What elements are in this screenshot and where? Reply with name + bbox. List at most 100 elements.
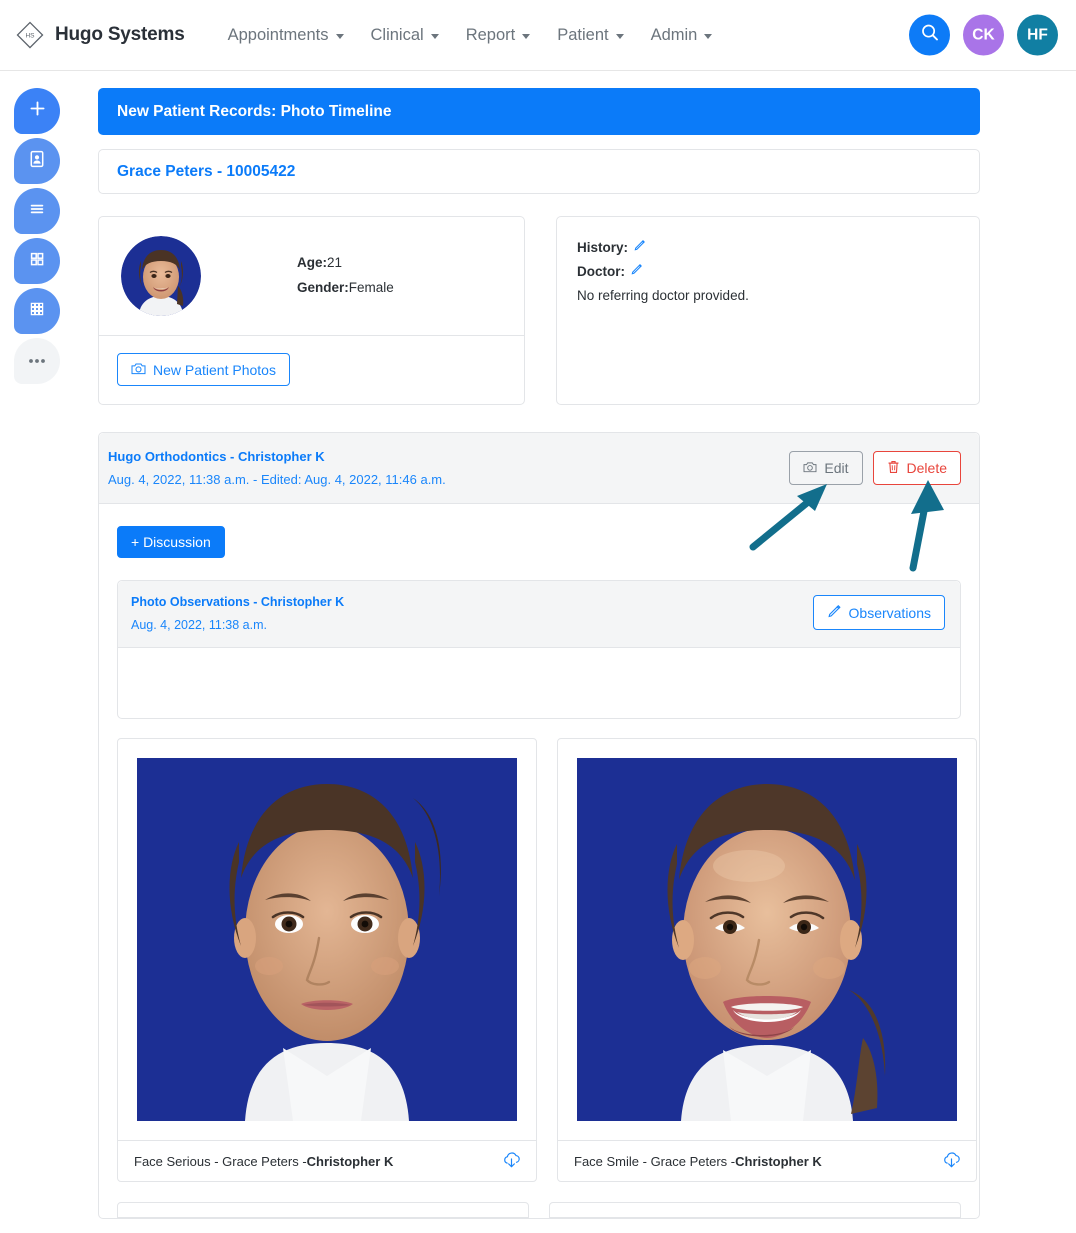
delete-label: Delete [906, 460, 947, 476]
pencil-icon[interactable] [630, 260, 644, 284]
history-label: History: [577, 240, 629, 255]
nav-item-clinical[interactable]: Clinical [371, 26, 439, 45]
chevron-down-icon [615, 33, 624, 39]
top-navigation-bar: HS Hugo Systems Appointments Clinical Re… [0, 0, 1076, 71]
photo-caption-text: Face Serious - Grace Peters -Christopher… [134, 1154, 393, 1169]
new-patient-photos-button[interactable]: New Patient Photos [117, 353, 290, 386]
photo-grid-next-row [117, 1202, 961, 1218]
svg-text:HS: HS [25, 33, 35, 40]
photo-card[interactable]: Face Serious - Grace Peters -Christopher… [117, 738, 537, 1182]
avatar-hf[interactable]: HF [1017, 14, 1058, 56]
observations-timestamp: Aug. 4, 2022, 11:38 a.m. [131, 618, 267, 632]
brand-name: Hugo Systems [55, 24, 185, 45]
patient-demographics: Age:21 Gender:Female [297, 251, 394, 301]
age-value: 21 [327, 255, 343, 271]
brand-logo[interactable]: HS Hugo Systems [14, 19, 185, 51]
avatar-ck[interactable]: CK [963, 14, 1004, 56]
rail-add-button[interactable] [14, 88, 60, 134]
nav-item-appointments[interactable]: Appointments [228, 26, 344, 45]
patient-summary-bottom: New Patient Photos [99, 335, 524, 404]
trash-icon [887, 460, 900, 476]
gender-label: Gender: [297, 280, 349, 295]
patient-age-row: Age:21 [297, 251, 394, 276]
doctor-note: No referring doctor provided. [577, 288, 749, 304]
cloud-download-icon[interactable] [942, 1151, 961, 1172]
chevron-down-icon [522, 33, 531, 39]
record-actions: Edit Delete [789, 449, 961, 485]
observations-button[interactable]: Observations [812, 595, 945, 630]
patient-summary-top: Age:21 Gender:Female [99, 217, 524, 335]
observations-body [118, 648, 960, 718]
observations-header-text: Photo Observations - Christopher K Aug. … [131, 595, 344, 632]
list-lines-icon [27, 199, 47, 224]
photo-caption-prefix: Face Serious - Grace Peters - [134, 1153, 307, 1169]
record-body: + Discussion Photo Observations - Christ… [99, 504, 979, 1218]
avatar-initials: HF [1027, 26, 1048, 43]
add-discussion-button[interactable]: + Discussion [117, 526, 225, 558]
nav-label: Admin [650, 25, 698, 44]
page-banner: New Patient Records: Photo Timeline [98, 88, 980, 135]
record-timestamp: Aug. 4, 2022, 11:38 a.m. - Edited: Aug. … [108, 472, 446, 487]
nav-label: Report [465, 25, 516, 44]
chevron-down-icon [704, 33, 713, 39]
history-doctor-card: History: Doctor: No referring doctor pro… [556, 216, 980, 405]
photo-caption: Face Smile - Grace Peters -Christopher K [558, 1140, 976, 1181]
main-nav-links: Appointments Clinical Report Patient Adm… [228, 26, 713, 45]
rail-grid-four-button[interactable] [14, 238, 60, 284]
patient-header-bar: Grace Peters - 10005422 [98, 149, 980, 194]
add-discussion-label: + Discussion [131, 534, 211, 550]
grid-nine-icon [27, 299, 47, 324]
delete-button[interactable]: Delete [872, 451, 961, 485]
search-icon [920, 23, 940, 48]
photo-record-card: Hugo Orthodontics - Christopher K Aug. 4… [98, 432, 980, 1219]
plus-icon [28, 99, 47, 123]
gender-value: Female [348, 280, 394, 295]
record-header: Hugo Orthodontics - Christopher K Aug. 4… [99, 433, 979, 504]
pencil-icon [827, 604, 842, 621]
photo-observations-card: Photo Observations - Christopher K Aug. … [117, 580, 961, 719]
nav-item-patient[interactable]: Patient [557, 26, 624, 45]
nav-label: Clinical [370, 25, 424, 44]
chevron-down-icon [430, 33, 439, 39]
rail-more-button[interactable] [14, 338, 60, 384]
photo-caption-text: Face Smile - Grace Peters -Christopher K [574, 1154, 822, 1169]
search-button[interactable] [909, 14, 950, 56]
photo-caption: Face Serious - Grace Peters -Christopher… [118, 1140, 536, 1181]
photo-frame [558, 739, 976, 1140]
patient-gender-row: Gender:Female [297, 276, 394, 301]
cloud-download-icon[interactable] [502, 1151, 521, 1172]
photo-card[interactable] [549, 1202, 961, 1218]
rail-list-button[interactable] [14, 188, 60, 234]
edit-button[interactable]: Edit [789, 451, 863, 485]
nav-item-report[interactable]: Report [466, 26, 531, 45]
photo-card[interactable]: Face Smile - Grace Peters -Christopher K [557, 738, 977, 1182]
photo-face-smile [577, 758, 957, 1121]
nav-label: Appointments [227, 25, 329, 44]
nav-item-admin[interactable]: Admin [651, 26, 713, 45]
observations-header: Photo Observations - Christopher K Aug. … [118, 581, 960, 648]
page-title: New Patient Records: Photo Timeline [117, 102, 392, 120]
photo-frame [118, 739, 536, 1140]
pencil-icon[interactable] [633, 236, 647, 260]
patient-name-link[interactable]: Grace Peters - 10005422 [117, 163, 295, 181]
photo-grid: Face Serious - Grace Peters -Christopher… [117, 738, 977, 1182]
hs-diamond-logo-icon: HS [14, 19, 46, 51]
age-label: Age: [297, 255, 327, 271]
patient-avatar [121, 236, 201, 316]
observations-title[interactable]: Photo Observations - Christopher K [131, 595, 344, 609]
photo-face-serious [137, 758, 517, 1121]
rail-grid-nine-button[interactable] [14, 288, 60, 334]
camera-icon [131, 362, 146, 377]
record-header-text: Hugo Orthodontics - Christopher K Aug. 4… [108, 449, 446, 487]
photo-card[interactable] [117, 1202, 529, 1218]
chevron-down-icon [335, 33, 344, 39]
history-row: History: [577, 236, 959, 260]
avatar-initials: CK [972, 26, 995, 43]
photo-caption-author: Christopher K [306, 1153, 394, 1169]
grid-four-icon [27, 249, 47, 274]
doctor-row: Doctor: [577, 260, 959, 284]
rail-patient-card-button[interactable] [14, 138, 60, 184]
patient-info-row: Age:21 Gender:Female New Patient Photos … [98, 216, 980, 405]
more-dots-icon [26, 352, 48, 370]
record-title[interactable]: Hugo Orthodontics - Christopher K [108, 449, 446, 464]
